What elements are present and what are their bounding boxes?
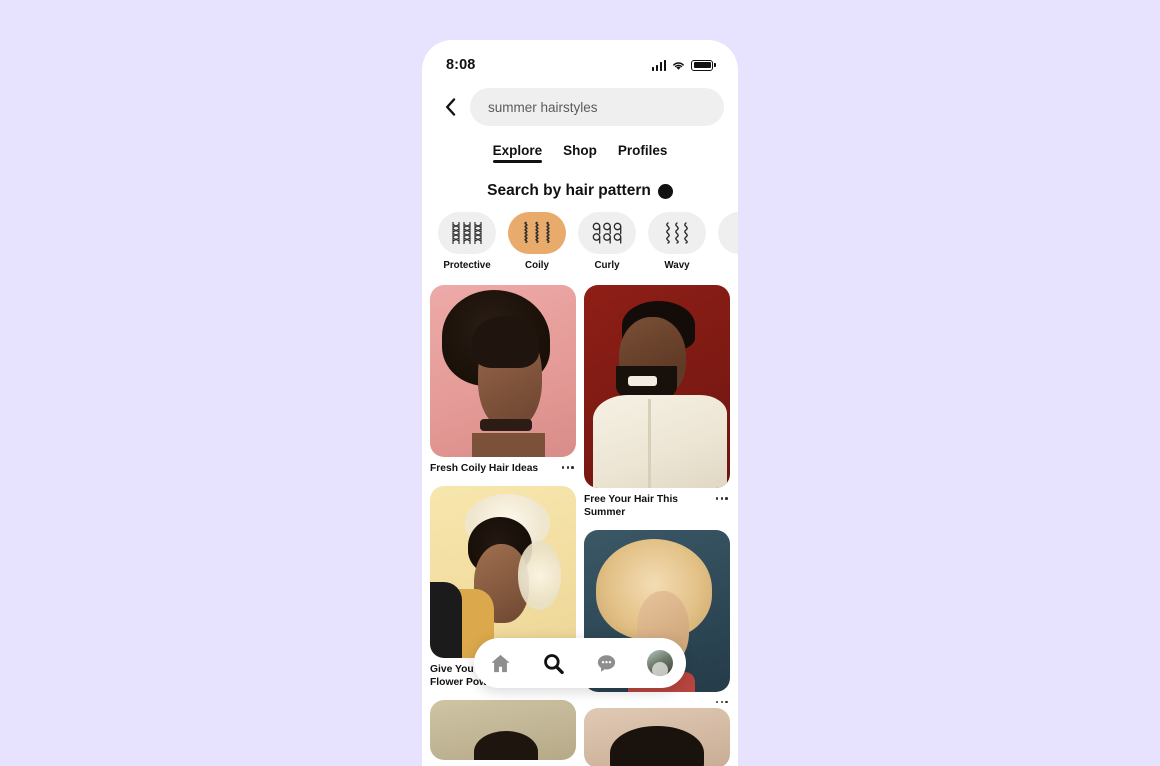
overflow-menu-icon[interactable] (715, 497, 728, 500)
hair-pattern-chip-coily[interactable]: Coily (508, 212, 566, 271)
pin-image[interactable] (430, 285, 576, 457)
nav-item-profile[interactable] (645, 648, 675, 678)
chip-label: Curly (594, 260, 620, 271)
hair-pattern-chip-curly[interactable]: Curly (578, 212, 636, 271)
curly-pattern-icon (592, 222, 622, 244)
home-icon (491, 654, 510, 672)
chip-surface (718, 212, 738, 254)
search-input-value: summer hairstyles (488, 99, 598, 115)
hair-pattern-chip-straight[interactable]: S (718, 212, 738, 271)
pin-column-right: Free Your Hair This Summer (584, 285, 730, 766)
pin-column-left: Fresh Coily Hair Ideas Give You Flower P… (430, 285, 576, 766)
hair-pattern-heading: Search by hair pattern i (422, 182, 738, 200)
status-icons (651, 59, 716, 71)
pin-title-line1: Give You (430, 663, 474, 675)
search-header: summer hairstyles (422, 82, 738, 126)
info-icon[interactable]: i (657, 183, 673, 199)
braid-pattern-icon (452, 222, 482, 244)
chip-label: Wavy (664, 260, 690, 271)
nav-item-home[interactable] (486, 648, 516, 678)
wifi-icon (673, 61, 685, 70)
tab-bar: Explore Shop Profiles (422, 143, 738, 163)
pin-title-line2: Summer (584, 506, 626, 518)
wavy-pattern-icon (666, 222, 688, 244)
chip-surface (438, 212, 496, 254)
pin-image[interactable] (430, 699, 576, 760)
tab-explore[interactable]: Explore (492, 143, 542, 163)
pin-image[interactable] (584, 285, 730, 488)
battery-icon (691, 59, 716, 71)
hair-pattern-chip-wavy[interactable]: Wavy (648, 212, 706, 271)
pin-title-line1: Free Your Hair This (584, 494, 679, 505)
chip-surface (648, 212, 706, 254)
back-button[interactable] (440, 93, 460, 121)
chip-label: Coily (525, 260, 549, 271)
chevron-left-icon (445, 98, 455, 116)
pin-card[interactable]: Free Your Hair This Summer (584, 285, 730, 520)
coily-pattern-icon (524, 221, 550, 244)
tab-shop[interactable]: Shop (563, 143, 597, 163)
pin-title: Fresh Coily Hair Ideas (430, 463, 576, 476)
pin-card[interactable]: Fresh Coily Hair Ideas (430, 285, 576, 476)
chip-surface-selected (508, 212, 566, 254)
overflow-menu-icon[interactable] (715, 700, 728, 704)
nav-item-messages[interactable] (592, 648, 622, 678)
straight-pattern-icon (732, 221, 738, 245)
pin-card-partial[interactable] (430, 699, 576, 760)
bottom-nav-bar (474, 638, 686, 688)
signal-bars-icon (651, 59, 667, 71)
pin-image[interactable] (430, 485, 576, 658)
canvas: 8:08 summer hairstyles Explore Shop Prof… (0, 0, 1160, 766)
overflow-menu-icon[interactable] (561, 466, 574, 469)
tab-profiles[interactable]: Profiles (618, 143, 668, 163)
profile-avatar-icon (646, 650, 673, 676)
chat-icon (597, 654, 616, 672)
hair-pattern-chip-protective[interactable]: Protective (438, 212, 496, 271)
hair-pattern-chip-row[interactable]: Protective Coily Curly Wavy (422, 200, 738, 271)
pin-card-partial[interactable] (584, 707, 730, 766)
pin-title: Free Your Hair This Summer (584, 494, 730, 520)
status-time: 8:08 (446, 57, 476, 73)
chip-label: Protective (443, 260, 491, 271)
search-icon (544, 653, 564, 674)
pin-grid: Fresh Coily Hair Ideas Give You Flower P… (422, 271, 738, 766)
search-input[interactable]: summer hairstyles (470, 88, 724, 126)
chip-surface (578, 212, 636, 254)
hair-pattern-title: Search by hair pattern (487, 182, 651, 199)
status-bar: 8:08 (422, 40, 738, 82)
pin-image[interactable] (584, 707, 730, 766)
pin-title-text: Fresh Coily Hair Ideas (430, 463, 539, 474)
nav-item-search[interactable] (539, 648, 569, 678)
phone-frame: 8:08 summer hairstyles Explore Shop Prof… (422, 40, 738, 766)
